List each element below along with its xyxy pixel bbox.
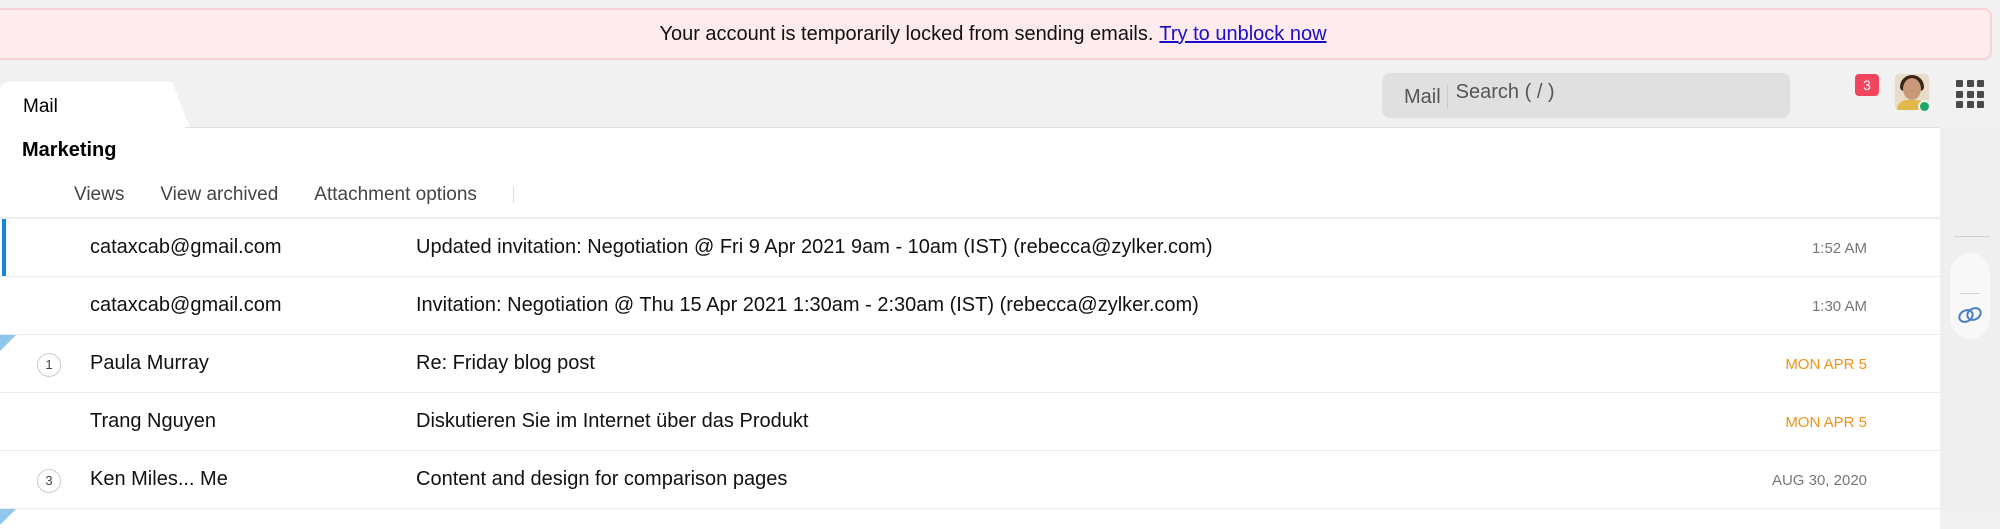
mail-date: AUG 30, 2020	[1771, 472, 1867, 489]
thread-count-badge: 3	[37, 469, 61, 493]
mail-sender: Paula Murray	[90, 352, 209, 374]
flag-corner-icon[interactable]	[0, 509, 16, 525]
mail-date: MON APR 5	[1785, 356, 1867, 373]
mail-row[interactable]	[0, 509, 1940, 529]
search-scope-selector[interactable]: Mail	[1404, 85, 1448, 109]
toolbar-divider	[512, 187, 514, 203]
mail-subject: Invitation: Negotiation @ Thu 15 Apr 202…	[416, 294, 1199, 316]
search-bar[interactable]: Mail	[1382, 73, 1790, 118]
mail-row[interactable]: Trang Nguyen Diskutieren Sie im Internet…	[0, 393, 1940, 451]
apps-grid-icon[interactable]	[1956, 80, 1984, 108]
mail-sender: cataxcab@gmail.com	[90, 236, 282, 258]
rail-divider	[1954, 236, 1990, 237]
mail-subject: Diskutieren Sie im Internet über das Pro…	[416, 410, 809, 432]
banner-message: Your account is temporarily locked from …	[659, 22, 1154, 45]
rail-app-switcher[interactable]	[1950, 253, 1990, 339]
rail-pill-divider	[1960, 293, 1980, 294]
thread-count-badge: 1	[37, 353, 61, 377]
unblock-link[interactable]: Try to unblock now	[1159, 23, 1326, 46]
presence-online-icon	[1918, 100, 1931, 113]
mail-subject: Content and design for comparison pages	[416, 468, 788, 490]
right-rail	[1940, 128, 2000, 510]
folder-title: Marketing	[22, 139, 117, 161]
notification-badge[interactable]: 3	[1855, 74, 1879, 96]
flag-corner-icon[interactable]	[0, 335, 16, 351]
mail-subject: Re: Friday blog post	[416, 352, 595, 374]
mail-sender: cataxcab@gmail.com	[90, 294, 282, 316]
mail-date: 1:52 AM	[1811, 240, 1867, 257]
mail-date: MON APR 5	[1785, 414, 1867, 431]
account-locked-banner: Your account is temporarily locked from …	[0, 8, 1992, 60]
mail-row[interactable]: cataxcab@gmail.com Invitation: Negotiati…	[0, 277, 1940, 335]
views-button[interactable]: Views	[74, 184, 124, 206]
view-archived-button[interactable]: View archived	[160, 184, 278, 206]
list-toolbar: Views View archived Attachment options	[74, 184, 514, 206]
mail-subject: Updated invitation: Negotiation @ Fri 9 …	[416, 236, 1213, 258]
mail-sender: Ken Miles... Me	[90, 468, 228, 490]
mail-list: cataxcab@gmail.com Updated invitation: N…	[0, 219, 1940, 529]
attachment-options-button[interactable]: Attachment options	[314, 184, 477, 206]
app-header: Mail Mail 3	[0, 62, 2000, 128]
mail-row[interactable]: 3 Ken Miles... Me Content and design for…	[0, 451, 1940, 509]
mail-panel: Marketing Views View archived Attachment…	[0, 128, 1940, 529]
mail-date: 1:30 AM	[1811, 298, 1867, 315]
mail-row[interactable]: 1 Paula Murray Re: Friday blog post MON …	[0, 335, 1940, 393]
tab-mail[interactable]: Mail	[0, 82, 190, 128]
mail-sender: Trang Nguyen	[90, 410, 216, 432]
mail-row[interactable]: cataxcab@gmail.com Updated invitation: N…	[0, 219, 1940, 277]
search-input[interactable]	[1455, 79, 1756, 105]
zoho-link-icon[interactable]	[1957, 305, 1983, 325]
